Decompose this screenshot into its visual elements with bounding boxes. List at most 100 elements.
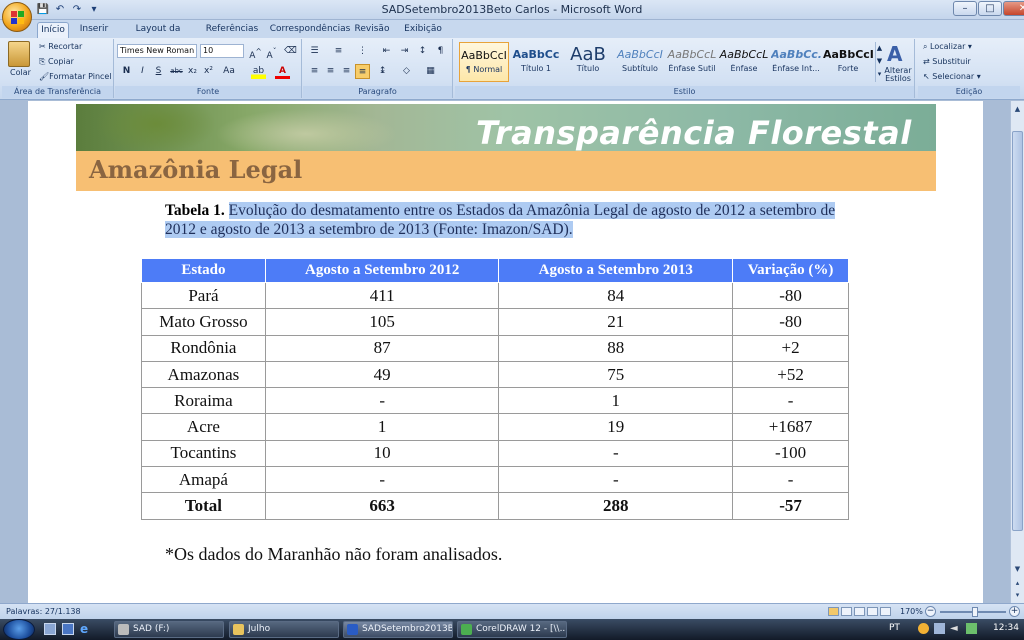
cell-estado: Roraima [141, 387, 266, 415]
style-titulo[interactable]: AaB Título [563, 42, 613, 82]
shading-icon[interactable]: ◇ [399, 64, 414, 79]
warning-tray-icon[interactable] [918, 623, 929, 634]
style-enfase[interactable]: AaBbCcL Ênfase [719, 42, 769, 82]
line-spacing-icon[interactable]: ↨ [375, 64, 390, 79]
tab-inserir[interactable]: Inserir [77, 22, 111, 38]
start-button[interactable] [3, 619, 35, 640]
font-size-select[interactable]: 10 [200, 44, 244, 58]
task-coreldraw[interactable]: CorelDRAW 12 - [\\... [457, 621, 567, 638]
task-sad-drive[interactable]: SAD (F:) [114, 621, 224, 638]
minimize-button[interactable]: – [953, 1, 977, 16]
align-left-icon[interactable]: ≡ [307, 64, 322, 79]
bold-icon[interactable]: N [119, 64, 134, 79]
tab-revisao[interactable]: Revisão [354, 22, 390, 38]
style-titulo1[interactable]: AaBbCc Título 1 [511, 42, 561, 82]
styles-scroll[interactable]: ▲ ▼ ▾ [875, 42, 883, 82]
font-name-select[interactable]: Times New Roman [117, 44, 197, 58]
maximize-button[interactable]: □ [978, 1, 1002, 16]
multilevel-icon[interactable]: ⋮ [355, 44, 370, 59]
header-estado: Estado [141, 258, 266, 283]
style-enfase-intensa[interactable]: AaBbCc. Ênfase Int... [771, 42, 821, 82]
table-caption[interactable]: Tabela 1. Evolução do desmatamento entre… [165, 201, 865, 239]
print-layout-icon[interactable] [828, 607, 839, 616]
superscript-icon[interactable]: x² [201, 64, 216, 79]
show-desktop-icon[interactable] [44, 623, 56, 635]
format-painter-button[interactable]: 🖌Formatar Pincel [39, 72, 112, 81]
network-tray-icon[interactable] [934, 623, 945, 634]
highlight-icon[interactable]: ab [251, 64, 266, 79]
font-color-icon[interactable]: A [275, 64, 290, 79]
numbering-icon[interactable]: ≡ [331, 44, 346, 59]
ie-icon[interactable]: e [80, 623, 92, 635]
switch-windows-icon[interactable] [62, 623, 74, 635]
scroll-up-icon[interactable]: ▲ [1012, 103, 1023, 115]
find-button[interactable]: ⌕ Localizar ▾ [923, 42, 972, 52]
tab-referencias[interactable]: Referências [204, 22, 260, 38]
update-tray-icon[interactable] [966, 623, 977, 634]
web-layout-icon[interactable] [854, 607, 865, 616]
tab-inicio[interactable]: Início [37, 22, 69, 38]
underline-icon[interactable]: S [151, 64, 166, 79]
office-button[interactable] [2, 2, 32, 32]
ribbon-tabs: Início Inserir Layout da Página Referênc… [0, 20, 1024, 49]
replace-button[interactable]: ⇄ Substituir [923, 57, 971, 66]
caption-label: Tabela 1. [165, 202, 225, 219]
italic-icon[interactable]: I [135, 64, 150, 79]
tab-correspondencias[interactable]: Correspondências [268, 22, 352, 38]
volume-tray-icon[interactable]: ◄ [950, 623, 961, 634]
drive-icon [118, 624, 129, 635]
word-count[interactable]: Palavras: 27/1.138 [6, 604, 81, 619]
align-center-icon[interactable]: ≡ [323, 64, 338, 79]
draft-icon[interactable] [880, 607, 891, 616]
task-word-document[interactable]: SADSetembro2013B... [343, 621, 453, 638]
paste-button[interactable]: Colar [10, 68, 31, 77]
task-julho-folder[interactable]: Julho [229, 621, 339, 638]
grow-font-icon[interactable]: A^ [248, 44, 263, 61]
language-indicator[interactable]: PT [889, 623, 900, 633]
tab-exibicao[interactable]: Exibição [403, 22, 443, 38]
show-marks-icon[interactable]: ¶ [433, 44, 448, 59]
cell-2013: 21 [498, 308, 734, 336]
strikethrough-icon[interactable]: abc [169, 64, 184, 79]
prev-page-icon[interactable]: ▴ [1012, 577, 1023, 589]
style-enfase-sutil[interactable]: AaBbCcL Ênfase Sutil [667, 42, 717, 82]
clear-format-icon[interactable]: ⌫ [283, 44, 298, 59]
view-buttons [828, 607, 891, 616]
close-button[interactable]: ✕ [1003, 1, 1024, 16]
outline-icon[interactable] [867, 607, 878, 616]
bullets-icon[interactable]: ☰ [307, 44, 322, 59]
borders-icon[interactable]: ▦ [423, 64, 438, 79]
zoom-slider-handle[interactable] [972, 607, 978, 617]
zoom-level[interactable]: 170% [900, 604, 923, 619]
select-button[interactable]: ↖ Selecionar ▾ [923, 72, 981, 81]
table-row: Tocantins 10- -100 [141, 439, 849, 468]
scroll-down-icon[interactable]: ▼ [1012, 563, 1023, 575]
zoom-out-icon[interactable]: − [925, 606, 936, 617]
sort-icon[interactable]: ↕ [415, 44, 430, 59]
decrease-indent-icon[interactable]: ⇤ [379, 44, 394, 59]
style-normal[interactable]: AaBbCcI ¶ Normal [459, 42, 509, 82]
deforestation-table[interactable]: Estado Agosto a Setembro 2012 Agosto a S… [141, 258, 849, 520]
paste-icon[interactable] [8, 41, 30, 67]
zoom-in-icon[interactable]: + [1009, 606, 1020, 617]
shrink-font-icon[interactable]: Aˇ [264, 44, 279, 61]
align-right-icon[interactable]: ≡ [339, 64, 354, 79]
change-case-icon[interactable]: Aa [219, 64, 239, 79]
style-subtitulo[interactable]: AaBbCcI Subtítulo [615, 42, 665, 82]
scroll-thumb[interactable] [1012, 131, 1023, 531]
document-page[interactable]: Transparência Florestal Amazônia Legal T… [28, 101, 983, 603]
full-screen-icon[interactable] [841, 607, 852, 616]
clock[interactable]: 12:34 [993, 623, 1019, 633]
change-styles-button[interactable]: Alterar Estilos [883, 67, 913, 83]
justify-icon[interactable]: ≡ [355, 64, 370, 79]
next-page-icon[interactable]: ▾ [1012, 589, 1023, 601]
cut-button[interactable]: ✂ Recortar [39, 42, 82, 51]
increase-indent-icon[interactable]: ⇥ [397, 44, 412, 59]
change-styles-icon[interactable]: A [887, 42, 902, 66]
vertical-scrollbar[interactable]: ▲ ▼ ▴ ▾ [1010, 101, 1024, 603]
style-forte[interactable]: AaBbCcI Forte [823, 42, 873, 82]
clipboard-group: Colar ✂ Recortar ⎘ Copiar 🖌Formatar Pinc… [2, 39, 114, 98]
subscript-icon[interactable]: x₂ [185, 64, 200, 79]
tab-layout[interactable]: Layout da Página [121, 22, 195, 49]
copy-button[interactable]: ⎘ Copiar [39, 57, 74, 67]
